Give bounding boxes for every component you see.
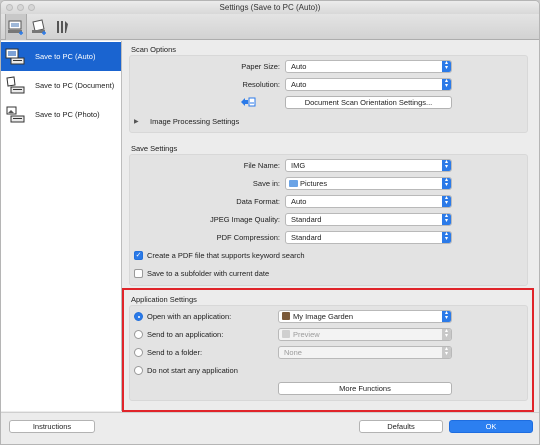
file-name-label: File Name: (243, 161, 280, 170)
sidebar: Save to PC (Auto) Save to PC (Document) … (1, 41, 122, 411)
chevron-up-down-icon: ▴ ▾ (442, 79, 451, 90)
sidebar-item-label: Save to PC (Photo) (35, 110, 100, 119)
jpeg-quality-label: JPEG Image Quality: (209, 215, 280, 224)
paper-size-value: Auto (291, 62, 307, 71)
scan-options-title: Scan Options (131, 45, 177, 54)
document-icon (32, 19, 46, 35)
defaults-button[interactable]: Defaults (359, 420, 443, 433)
sidebar-item-label: Save to PC (Document) (35, 81, 115, 90)
save-in-select[interactable]: Pictures ▴ ▾ (285, 177, 452, 190)
save-settings-group: File Name: IMG ▴ ▾ Save in: Pictures ▴ ▾ D… (129, 154, 528, 286)
scan-options-group: Paper Size: Auto ▴ ▾ Resolution: Auto ▴ ▾ … (129, 55, 528, 133)
paper-size-select[interactable]: Auto ▴ ▾ (285, 60, 452, 73)
resolution-label: Resolution: (242, 80, 280, 89)
chevron-up-down-icon: ▴ ▾ (442, 160, 451, 171)
subfolder-label: Save to a subfolder with current date (147, 269, 270, 278)
chevron-up-down-icon: ▴ ▾ (442, 61, 451, 72)
window-title: Settings (Save to PC (Auto)) (219, 3, 321, 12)
bottom-bar: Instructions Defaults OK (1, 412, 539, 444)
document-scan-icon (6, 75, 25, 93)
pdf-compression-value: Standard (291, 233, 322, 242)
jpeg-quality-select[interactable]: Standard ▴ ▾ (285, 213, 452, 226)
tab-general-settings[interactable] (51, 14, 73, 40)
save-in-label: Save in: (252, 179, 280, 188)
folder-icon (289, 180, 298, 187)
subfolder-checkbox[interactable] (134, 269, 143, 278)
data-format-value: Auto (291, 197, 307, 206)
settings-window: Settings (Save to PC (Auto)) Save to PC … (0, 0, 540, 445)
highlight-frame (122, 288, 534, 412)
tools-icon (57, 21, 68, 33)
orientation-icon (241, 97, 256, 107)
photo-scan-icon (6, 106, 25, 122)
title-bar: Settings (Save to PC (Auto)) (1, 1, 539, 14)
paper-size-label: Paper Size: (241, 62, 280, 71)
image-processing-settings[interactable]: Image Processing Settings (150, 117, 239, 126)
tab-scan-from-operation-panel[interactable] (28, 14, 50, 40)
instructions-button[interactable]: Instructions (9, 420, 95, 433)
chevron-up-down-icon: ▴ ▾ (442, 178, 451, 189)
auto-scan-icon (5, 48, 25, 64)
keyword-pdf-checkbox[interactable]: ✓ (134, 251, 143, 260)
scanner-save-icon (8, 20, 23, 35)
file-name-value: IMG (291, 161, 306, 170)
resolution-value: Auto (291, 80, 307, 89)
data-format-select[interactable]: Auto ▴ ▾ (285, 195, 452, 208)
data-format-label: Data Format: (236, 197, 280, 206)
sidebar-item-save-to-pc-auto[interactable]: Save to PC (Auto) (1, 42, 121, 71)
save-in-value: Pictures (300, 179, 328, 188)
chevron-up-down-icon: ▴ ▾ (442, 214, 451, 225)
keyword-pdf-label: Create a PDF file that supports keyword … (147, 251, 305, 260)
resolution-select[interactable]: Auto ▴ ▾ (285, 78, 452, 91)
sidebar-item-save-to-pc-photo[interactable]: Save to PC (Photo) (1, 100, 121, 129)
sidebar-item-label: Save to PC (Auto) (35, 52, 96, 61)
pdf-compression-select[interactable]: Standard ▴ ▾ (285, 231, 452, 244)
orientation-settings-button[interactable]: Document Scan Orientation Settings... (285, 96, 452, 109)
sidebar-item-save-to-pc-document[interactable]: Save to PC (Document) (1, 71, 121, 100)
tab-scan-from-computer[interactable] (5, 14, 27, 40)
disclosure-triangle-icon[interactable]: ▶ (134, 118, 139, 125)
chevron-up-down-icon: ▴ ▾ (442, 196, 451, 207)
pdf-compression-label: PDF Compression: (216, 233, 280, 242)
toolbar (1, 14, 539, 40)
jpeg-quality-value: Standard (291, 215, 322, 224)
file-name-select[interactable]: IMG ▴ ▾ (285, 159, 452, 172)
save-settings-title: Save Settings (131, 144, 178, 153)
ok-button[interactable]: OK (449, 420, 533, 433)
chevron-up-down-icon: ▴ ▾ (442, 232, 451, 243)
